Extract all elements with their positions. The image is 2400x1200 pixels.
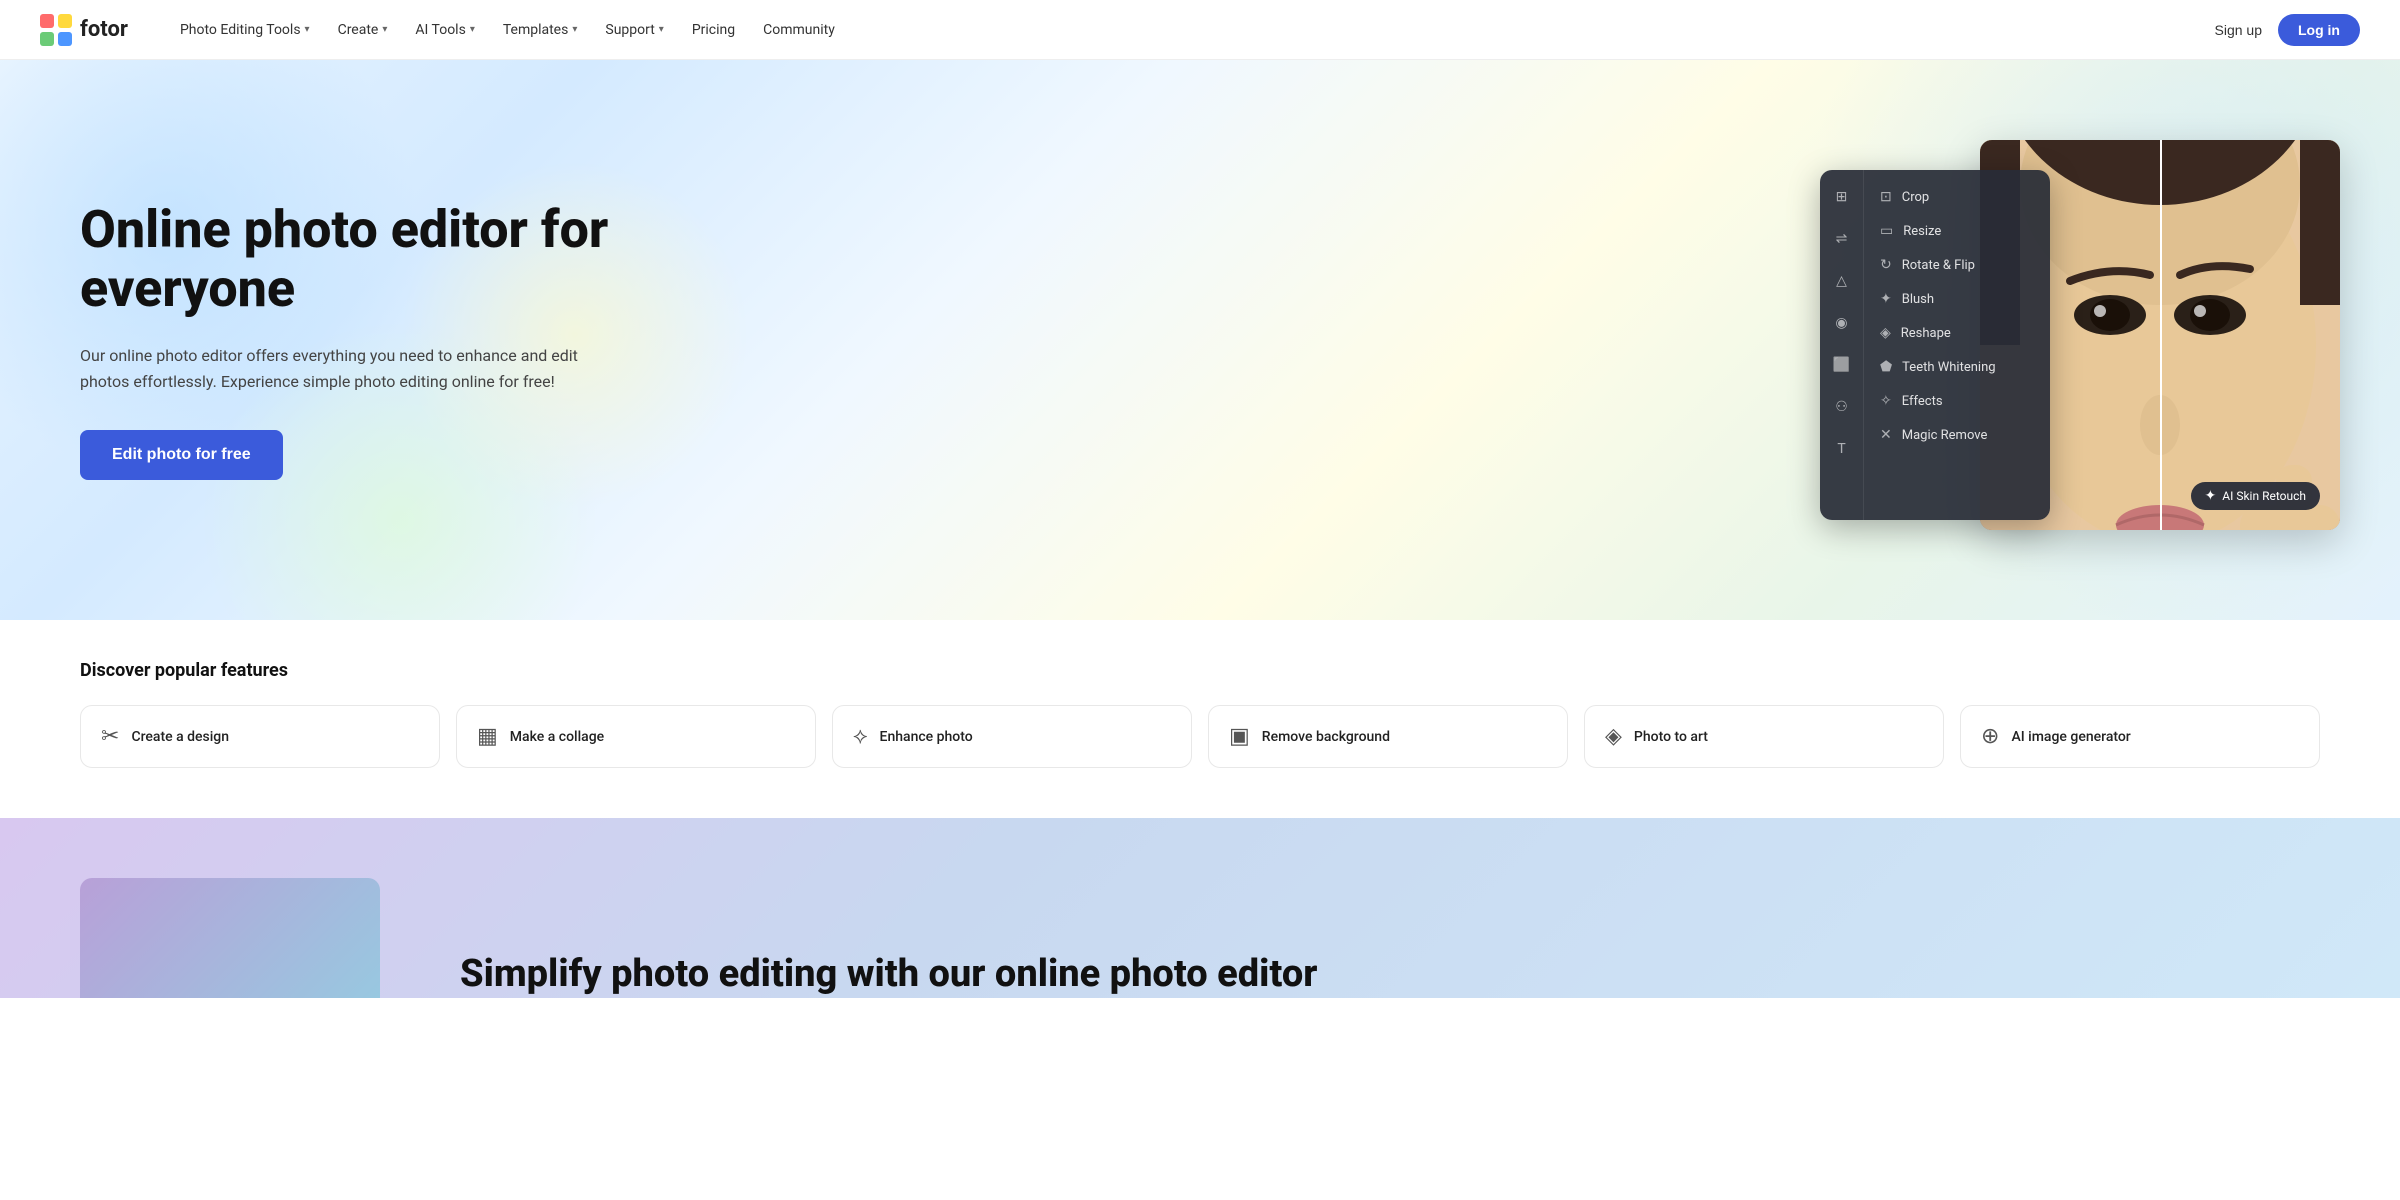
nav-pricing[interactable]: Pricing	[680, 16, 747, 44]
hero-content: Online photo editor for everyone Our onl…	[0, 80, 2400, 600]
effects-icon: ✧	[1880, 393, 1892, 409]
nav-community[interactable]: Community	[751, 16, 847, 44]
remove-bg-icon: ▣	[1229, 724, 1250, 749]
sidebar-beauty-icon[interactable]: △	[1831, 270, 1853, 292]
menu-item-magic-remove[interactable]: ✕ Magic Remove	[1864, 418, 2050, 452]
sidebar-people-icon[interactable]: ⚇	[1831, 396, 1853, 418]
feature-remove-background[interactable]: ▣ Remove background	[1208, 705, 1568, 768]
navbar: fotor Photo Editing Tools ▾ Create ▾ AI …	[0, 0, 2400, 60]
teeth-icon: ⬟	[1880, 359, 1892, 375]
sidebar-eye-icon[interactable]: ◉	[1831, 312, 1853, 334]
features-title: Discover popular features	[80, 660, 2320, 681]
magic-remove-icon: ✕	[1880, 427, 1892, 443]
feature-photo-to-art-label: Photo to art	[1634, 729, 1708, 745]
signup-button[interactable]: Sign up	[2215, 22, 2262, 38]
chevron-down-icon: ▾	[572, 24, 577, 35]
nav-ai-tools[interactable]: AI Tools ▾	[403, 16, 486, 44]
bottom-title: Simplify photo editing with our online p…	[460, 952, 2320, 998]
feature-photo-to-art[interactable]: ◈ Photo to art	[1584, 705, 1944, 768]
feature-enhance-photo[interactable]: ⟡ Enhance photo	[832, 705, 1192, 768]
nav-support[interactable]: Support ▾	[593, 16, 675, 44]
create-design-icon: ✂	[101, 724, 119, 749]
hero-description: Our online photo editor offers everythin…	[80, 343, 620, 394]
editor-sidebar: ⊞ ⇌ △ ◉ ⬜ ⚇ T	[1820, 170, 1864, 520]
bottom-image-preview	[80, 878, 380, 998]
chevron-down-icon: ▾	[659, 24, 664, 35]
ai-image-gen-icon: ⊕	[1981, 724, 1999, 749]
photo-to-art-icon: ◈	[1605, 724, 1622, 749]
editor-panel: ⊞ ⇌ △ ◉ ⬜ ⚇ T ⊡ Crop ▭	[1820, 170, 2050, 520]
feature-ai-image-generator[interactable]: ⊕ AI image generator	[1960, 705, 2320, 768]
ai-badge-label: AI Skin Retouch	[2222, 489, 2306, 503]
hero-title: Online photo editor for everyone	[80, 200, 620, 320]
sidebar-grid-icon[interactable]: ⊞	[1831, 186, 1853, 208]
hero-text: Online photo editor for everyone Our onl…	[80, 200, 620, 481]
login-button[interactable]: Log in	[2278, 14, 2360, 46]
nav-templates[interactable]: Templates ▾	[491, 16, 590, 44]
cta-button[interactable]: Edit photo for free	[80, 430, 283, 480]
feature-create-design[interactable]: ✂ Create a design	[80, 705, 440, 768]
blush-icon: ✦	[1880, 291, 1892, 307]
logo[interactable]: fotor	[40, 14, 128, 46]
features-grid: ✂ Create a design ▦ Make a collage ⟡ Enh…	[80, 705, 2320, 768]
nav-items: Photo Editing Tools ▾ Create ▾ AI Tools …	[168, 16, 2215, 44]
menu-item-effects[interactable]: ✧ Effects	[1864, 384, 2050, 418]
ai-badge-icon: ✦	[2205, 488, 2217, 504]
feature-make-collage-label: Make a collage	[510, 729, 604, 745]
sidebar-crop-icon[interactable]: ⬜	[1831, 354, 1853, 376]
features-section: Discover popular features ✂ Create a des…	[0, 620, 2400, 818]
editor-menu: ⊡ Crop ▭ Resize ↻ Rotate & Flip ✦	[1864, 170, 2050, 520]
enhance-photo-icon: ⟡	[853, 724, 868, 749]
hero-visual: ⊞ ⇌ △ ◉ ⬜ ⚇ T ⊡ Crop ▭	[660, 140, 2340, 540]
reshape-icon: ◈	[1880, 325, 1891, 341]
editor-mockup: ⊞ ⇌ △ ◉ ⬜ ⚇ T ⊡ Crop ▭	[1820, 140, 2340, 540]
crop-icon: ⊡	[1880, 189, 1892, 205]
logo-icon	[40, 14, 72, 46]
hero-section: Online photo editor for everyone Our onl…	[0, 60, 2400, 620]
feature-create-design-label: Create a design	[131, 729, 229, 745]
resize-icon: ▭	[1880, 223, 1893, 239]
menu-item-rotate[interactable]: ↻ Rotate & Flip	[1864, 248, 2050, 282]
bottom-section: Simplify photo editing with our online p…	[0, 818, 2400, 998]
chevron-down-icon: ▾	[470, 24, 475, 35]
nav-create[interactable]: Create ▾	[326, 16, 400, 44]
rotate-icon: ↻	[1880, 257, 1892, 273]
nav-right: Sign up Log in	[2215, 14, 2360, 46]
sidebar-text-icon[interactable]: T	[1831, 438, 1853, 460]
feature-make-collage[interactable]: ▦ Make a collage	[456, 705, 816, 768]
menu-item-resize[interactable]: ▭ Resize	[1864, 214, 2050, 248]
menu-item-crop[interactable]: ⊡ Crop	[1864, 180, 2050, 214]
sidebar-adjust-icon[interactable]: ⇌	[1831, 228, 1853, 250]
menu-item-blush[interactable]: ✦ Blush	[1864, 282, 2050, 316]
split-divider	[2160, 140, 2162, 530]
nav-photo-editing-tools[interactable]: Photo Editing Tools ▾	[168, 16, 322, 44]
chevron-down-icon: ▾	[382, 24, 387, 35]
bottom-text: Simplify photo editing with our online p…	[460, 952, 2320, 998]
make-collage-icon: ▦	[477, 724, 498, 749]
logo-text: fotor	[80, 17, 128, 42]
menu-item-reshape[interactable]: ◈ Reshape	[1864, 316, 2050, 350]
feature-enhance-photo-label: Enhance photo	[880, 729, 973, 745]
chevron-down-icon: ▾	[305, 24, 310, 35]
feature-remove-bg-label: Remove background	[1262, 729, 1390, 745]
feature-ai-image-gen-label: AI image generator	[2011, 729, 2130, 745]
ai-skin-retouch-badge: ✦ AI Skin Retouch	[2191, 482, 2320, 510]
menu-item-teeth[interactable]: ⬟ Teeth Whitening	[1864, 350, 2050, 384]
